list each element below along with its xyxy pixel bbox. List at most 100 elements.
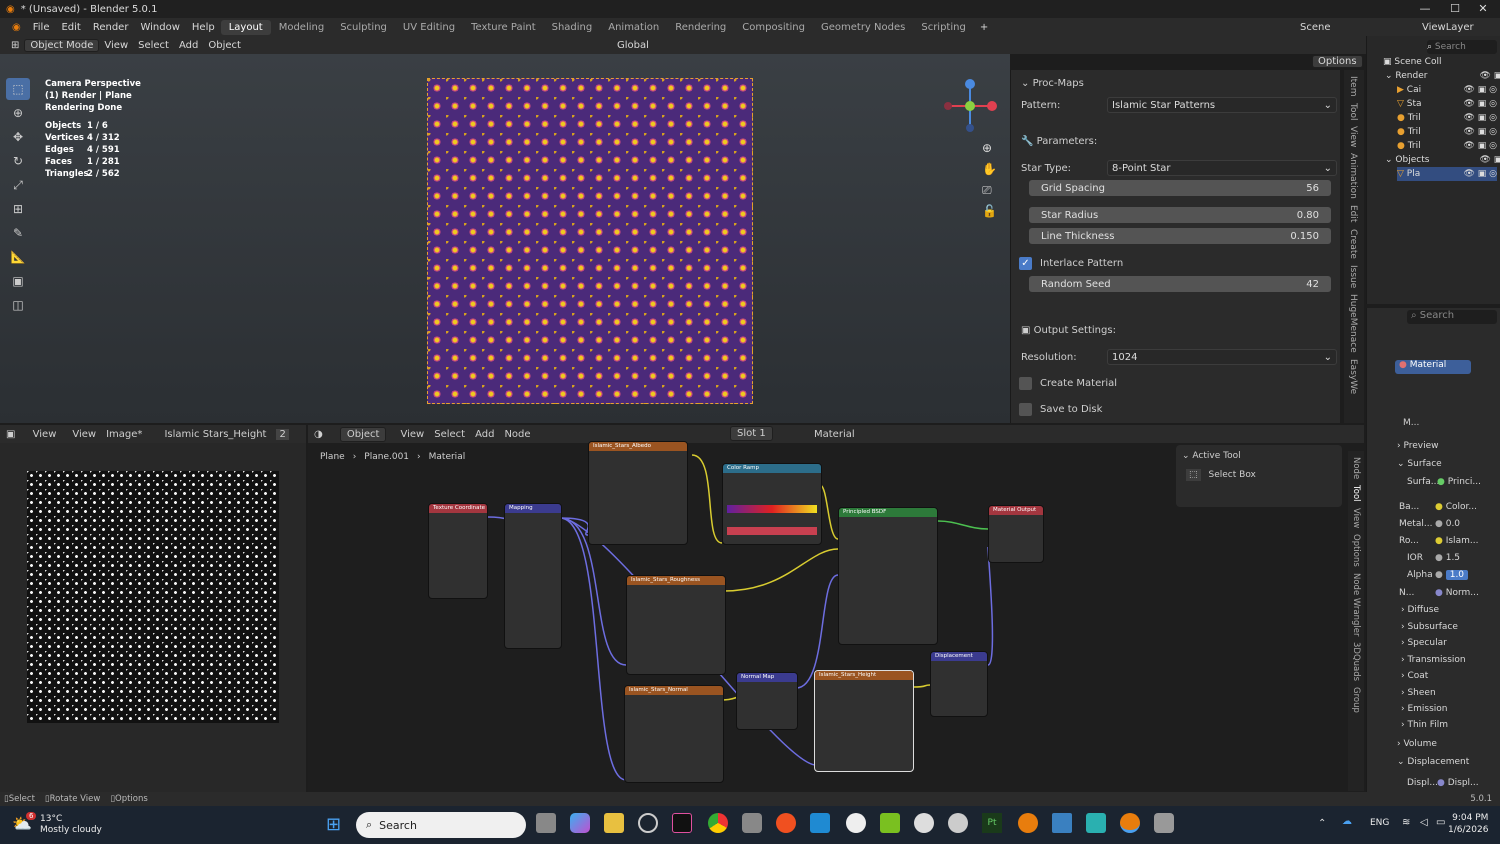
outliner-row[interactable]: ▽ Sta 👁 ▣ ◎ xyxy=(1397,97,1497,111)
add-cube-tool-icon[interactable]: ▣ xyxy=(6,270,30,292)
node-height-texture[interactable]: Islamic_Stars_Height xyxy=(814,670,914,772)
section-specular[interactable]: › Specular xyxy=(1401,635,1500,651)
tab-issue[interactable]: Issue xyxy=(1348,265,1358,288)
lock-icon[interactable]: 🔓 xyxy=(982,201,998,222)
viewlayer-selector[interactable]: ViewLayer xyxy=(1416,22,1480,33)
notepad-icon[interactable] xyxy=(1052,813,1072,833)
options-dropdown[interactable]: Options xyxy=(1312,55,1363,68)
windows-start-icon[interactable]: ⊞ xyxy=(326,814,348,836)
save-disk-checkbox[interactable] xyxy=(1019,402,1032,416)
tab-options[interactable]: Options xyxy=(1351,534,1361,567)
outliner-row-selected[interactable]: ▽ Pla 👁 ▣ ◎ xyxy=(1397,167,1497,181)
outliner-row[interactable]: ● Tril 👁 ▣ ◎ xyxy=(1397,111,1497,125)
properties-search[interactable]: ⌕ Search xyxy=(1407,310,1497,324)
pattern-dropdown[interactable]: Islamic Star Patterns ⌄ xyxy=(1107,97,1337,113)
outliner-row[interactable]: ▶ Cai 👁 ▣ ◎ xyxy=(1397,83,1497,97)
app-icon[interactable] xyxy=(846,813,866,833)
star-type-dropdown[interactable]: 8-Point Star ⌄ xyxy=(1107,160,1337,176)
camera-view-icon[interactable]: ⎚ xyxy=(982,180,998,201)
material-slot[interactable]: ● Material xyxy=(1395,360,1471,374)
interlace-row[interactable]: ✓ Interlace Pattern xyxy=(1019,254,1335,272)
minimize-button[interactable]: — xyxy=(1410,0,1440,18)
add-workspace-button[interactable]: + xyxy=(974,22,994,33)
tab-uv-editing[interactable]: UV Editing xyxy=(395,20,463,35)
tab-shading[interactable]: Shading xyxy=(544,20,601,35)
node-principled-bsdf[interactable]: Principled BSDF xyxy=(838,507,938,645)
language-indicator[interactable]: ENG xyxy=(1370,818,1389,828)
menu-render[interactable]: Render xyxy=(87,22,135,33)
star-radius-field[interactable]: Star Radius 0.80 xyxy=(1029,207,1331,223)
battery-icon[interactable]: ▭ xyxy=(1436,817,1445,828)
unreal-icon[interactable] xyxy=(914,813,934,833)
tab-animation[interactable]: Animation xyxy=(600,20,667,35)
outliner-row[interactable]: ● Tril 👁 ▣ ◎ xyxy=(1397,139,1497,153)
volume-section[interactable]: › Volume xyxy=(1397,736,1500,752)
scene-selector[interactable]: Scene xyxy=(1294,22,1337,33)
height-map-image[interactable] xyxy=(27,471,279,723)
menu-window[interactable]: Window xyxy=(134,22,185,33)
interlace-checkbox[interactable]: ✓ xyxy=(1019,256,1032,270)
tab-create[interactable]: Create xyxy=(1348,229,1358,259)
node-roughness-texture[interactable]: Islamic_Stars_Roughness xyxy=(626,575,726,675)
tab-hugemenace[interactable]: HugeMenace xyxy=(1348,294,1358,353)
tab-tool[interactable]: Tool xyxy=(1348,103,1358,120)
copilot-icon[interactable] xyxy=(570,813,590,833)
chrome-icon[interactable] xyxy=(708,813,728,833)
scale-tool-icon[interactable]: ⤢ xyxy=(6,174,30,196)
grid-spacing-field[interactable]: Grid Spacing 56 xyxy=(1029,180,1331,196)
normal-row[interactable]: N... ● Norm... xyxy=(1399,585,1497,601)
image-name-field[interactable]: Islamic Stars_Height xyxy=(164,429,266,440)
displacement-row[interactable]: Displ... ● Displ... xyxy=(1407,775,1497,791)
section-emission[interactable]: › Emission xyxy=(1401,701,1500,717)
tab-compositing[interactable]: Compositing xyxy=(734,20,813,35)
app-icon[interactable] xyxy=(948,813,968,833)
cursor-tool-icon[interactable]: ⊕ xyxy=(6,102,30,124)
menu-view[interactable]: View xyxy=(72,429,96,440)
move-tool-icon[interactable]: ✥ xyxy=(6,126,30,148)
base-color-row[interactable]: Ba... ● Color... xyxy=(1399,499,1497,515)
annotate-tool-icon[interactable]: ✎ xyxy=(6,222,30,244)
outliner-row[interactable]: ⌄ Objects 👁 ▣ ◎ xyxy=(1385,153,1500,167)
node-texture-coordinate[interactable]: Texture Coordinate xyxy=(428,503,488,599)
blender-active-icon[interactable] xyxy=(1120,813,1140,833)
chevron-down-icon[interactable]: ⌄ xyxy=(1385,71,1395,81)
select-box-tool-icon[interactable]: ⬚ xyxy=(6,78,30,100)
save-disk-row[interactable]: Save to Disk xyxy=(1019,400,1335,418)
chevron-down-icon[interactable]: ⌄ xyxy=(1021,78,1033,89)
painter-icon[interactable]: Pt xyxy=(982,813,1002,833)
tab-scripting[interactable]: Scripting xyxy=(913,20,973,35)
tab-3dquads[interactable]: 3DQuads xyxy=(1351,642,1361,681)
app-icon[interactable] xyxy=(638,813,658,833)
editor-type-icon[interactable]: ⊞ xyxy=(6,40,24,51)
editor-type-icon[interactable]: ▣ xyxy=(6,429,19,440)
measure-tool-icon[interactable]: 📐 xyxy=(6,246,30,268)
menu-edit[interactable]: Edit xyxy=(55,22,86,33)
menu-select[interactable]: Select xyxy=(133,40,174,51)
outliner-search[interactable]: ⌕ Search xyxy=(1427,40,1497,54)
islamic-star-pattern-plane[interactable] xyxy=(427,78,753,404)
blender-menu-icon[interactable]: ◉ xyxy=(6,22,27,33)
node-normal-texture[interactable]: Islamic_Stars_Normal xyxy=(624,685,724,783)
volume-icon[interactable]: ◁ xyxy=(1420,817,1428,828)
outliner-row[interactable]: ⌄ Render 👁 ▣ ◎ xyxy=(1385,69,1500,83)
app-icon[interactable] xyxy=(880,813,900,833)
app-icon[interactable] xyxy=(742,813,762,833)
menu-view[interactable]: View xyxy=(99,40,133,51)
section-subsurface[interactable]: › Subsurface xyxy=(1401,619,1500,635)
color-ramp-gradient[interactable] xyxy=(727,505,817,513)
visibility-icons[interactable]: 👁 ▣ ◎ xyxy=(1463,169,1497,179)
maximize-button[interactable]: ☐ xyxy=(1440,0,1470,18)
displacement-section[interactable]: ⌄ Displacement xyxy=(1397,754,1500,770)
rotate-tool-icon[interactable]: ↻ xyxy=(6,150,30,172)
random-seed-field[interactable]: Random Seed 42 xyxy=(1029,276,1331,292)
chevron-down-icon[interactable]: ⌄ xyxy=(1182,451,1192,461)
menu-help[interactable]: Help xyxy=(186,22,221,33)
node-color-ramp[interactable]: Color Ramp xyxy=(722,463,822,545)
shader-node-editor[interactable]: ◑ Object View Select Add Node Slot 1 Mat… xyxy=(308,425,1364,792)
node-material-output[interactable]: Material Output xyxy=(988,505,1044,563)
tab-node-wrangler[interactable]: Node Wrangler xyxy=(1351,573,1361,636)
visibility-icons[interactable]: 👁 ▣ ◎ xyxy=(1463,113,1497,123)
transform-orientation-dropdown[interactable]: Global xyxy=(612,40,654,51)
section-sheen[interactable]: › Sheen xyxy=(1401,685,1500,701)
surface-section[interactable]: ⌄ Surface xyxy=(1397,456,1500,472)
